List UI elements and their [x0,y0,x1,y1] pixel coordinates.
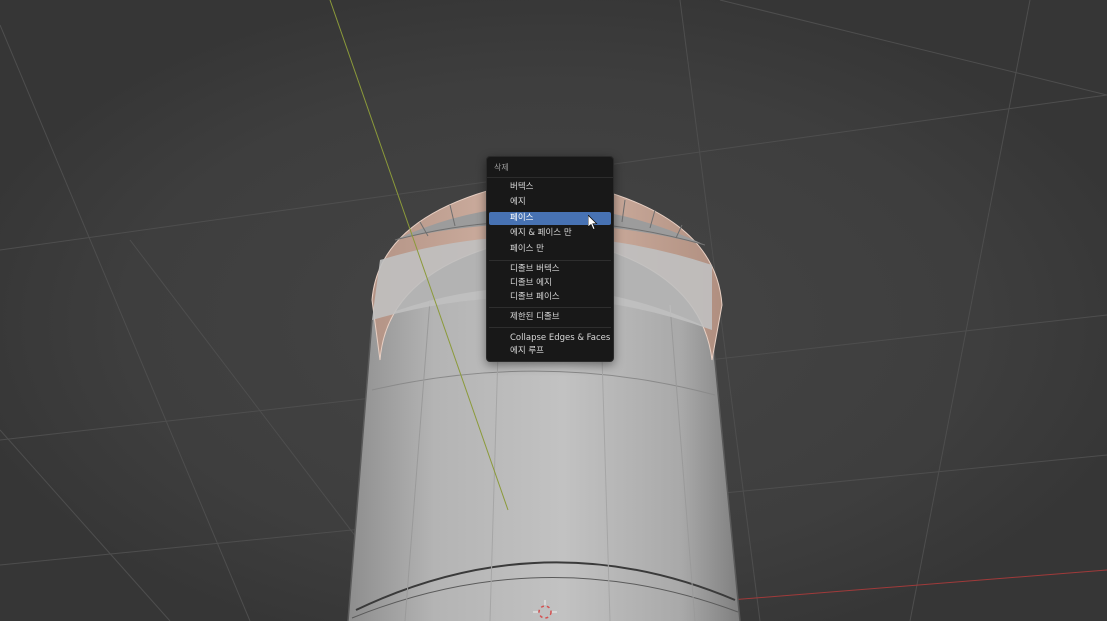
menu-item-limited-dissolve[interactable]: 제한된 디졸브 [489,311,611,324]
menu-item-edge-loops[interactable]: 에지 루프 [489,345,611,358]
menu-divider [489,307,611,308]
menu-title-divider [487,177,613,178]
menu-item-vertices[interactable]: 버텍스 [489,181,611,194]
delete-context-menu: 삭제 버텍스 에지 페이스 에지 & 페이스 만 페이스 만 디졸브 버텍스 디… [486,156,614,362]
menu-item-dissolve-vertices[interactable]: 디졸브 버텍스 [489,263,611,276]
menu-item-collapse-edges-faces[interactable]: Collapse Edges & Faces [489,332,611,345]
menu-item-only-faces[interactable]: 페이스 만 [489,243,611,256]
menu-item-dissolve-faces[interactable]: 디졸브 페이스 [489,291,611,304]
menu-divider [489,260,611,261]
menu-title: 삭제 [494,163,509,172]
arrow-pointer-icon [588,215,598,231]
menu-divider [489,327,611,328]
menu-item-dissolve-edges[interactable]: 디졸브 에지 [489,277,611,290]
menu-item-edges[interactable]: 에지 [489,196,611,209]
